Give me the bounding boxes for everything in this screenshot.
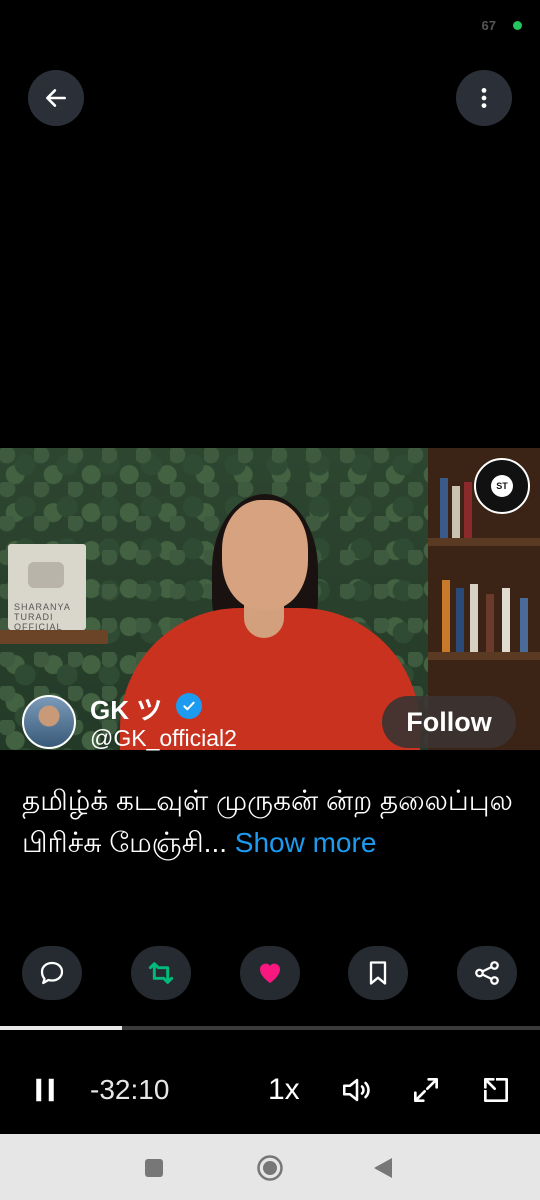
volume-icon [342,1078,370,1102]
channel-logo-badge: ST [474,458,530,514]
author-row: GK ツ @GK_official2 Follow [22,693,522,757]
pip-icon [484,1078,508,1102]
like-button[interactable] [240,946,300,1000]
person-head [222,500,308,610]
video-progress-fill [0,1026,122,1030]
plaque-text: SHARANYA TURADI OFFICIAL [14,602,71,632]
share-button[interactable] [457,946,517,1000]
back-nav-button[interactable] [372,1156,394,1185]
side-table [0,630,108,644]
status-number: 67 [481,18,496,33]
play-button-plaque: SHARANYA TURADI OFFICIAL [8,544,86,632]
share-icon [475,961,499,985]
home-circle-icon [257,1155,283,1181]
heart-icon [260,963,280,983]
author-name[interactable]: GK ツ [90,690,162,727]
follow-button[interactable]: Follow [382,696,516,748]
time-remaining: -32:10 [90,1074,170,1105]
home-button[interactable] [256,1154,284,1187]
repost-icon [148,962,174,984]
playback-speed-button[interactable]: 1x [268,1068,300,1112]
square-icon [145,1159,163,1177]
show-more-link[interactable]: Show more [235,827,377,858]
avatar[interactable] [22,695,76,749]
reply-icon [40,961,64,985]
more-options-button[interactable] [456,70,512,126]
repost-button[interactable] [131,946,191,1000]
arrow-left-icon [46,89,66,107]
reply-button[interactable] [22,946,82,1000]
status-dot [513,21,522,30]
minimize-player-button[interactable] [480,1068,512,1112]
triangle-back-icon [374,1158,392,1178]
badge-text: ST [491,475,513,497]
verified-badge-icon [176,693,202,719]
system-navigation-bar [0,1134,540,1200]
author-handle[interactable]: @GK_official2 [90,725,237,752]
status-bar: 67 [0,0,540,50]
expand-icon [414,1078,438,1102]
more-vertical-icon [481,88,487,108]
recent-apps-button[interactable] [144,1158,164,1183]
pause-button[interactable] [30,1068,60,1112]
volume-button[interactable] [340,1068,374,1112]
bookmark-icon [369,961,387,985]
tweet-text: தமிழ்க் கடவுள் முருகன் ன்ற தலைப்புல பிரி… [22,780,522,864]
bookmark-button[interactable] [348,946,408,1000]
fullscreen-button[interactable] [410,1068,442,1112]
video-progress-bar[interactable] [0,1026,540,1030]
pause-icon [36,1078,54,1102]
back-button[interactable] [28,70,84,126]
